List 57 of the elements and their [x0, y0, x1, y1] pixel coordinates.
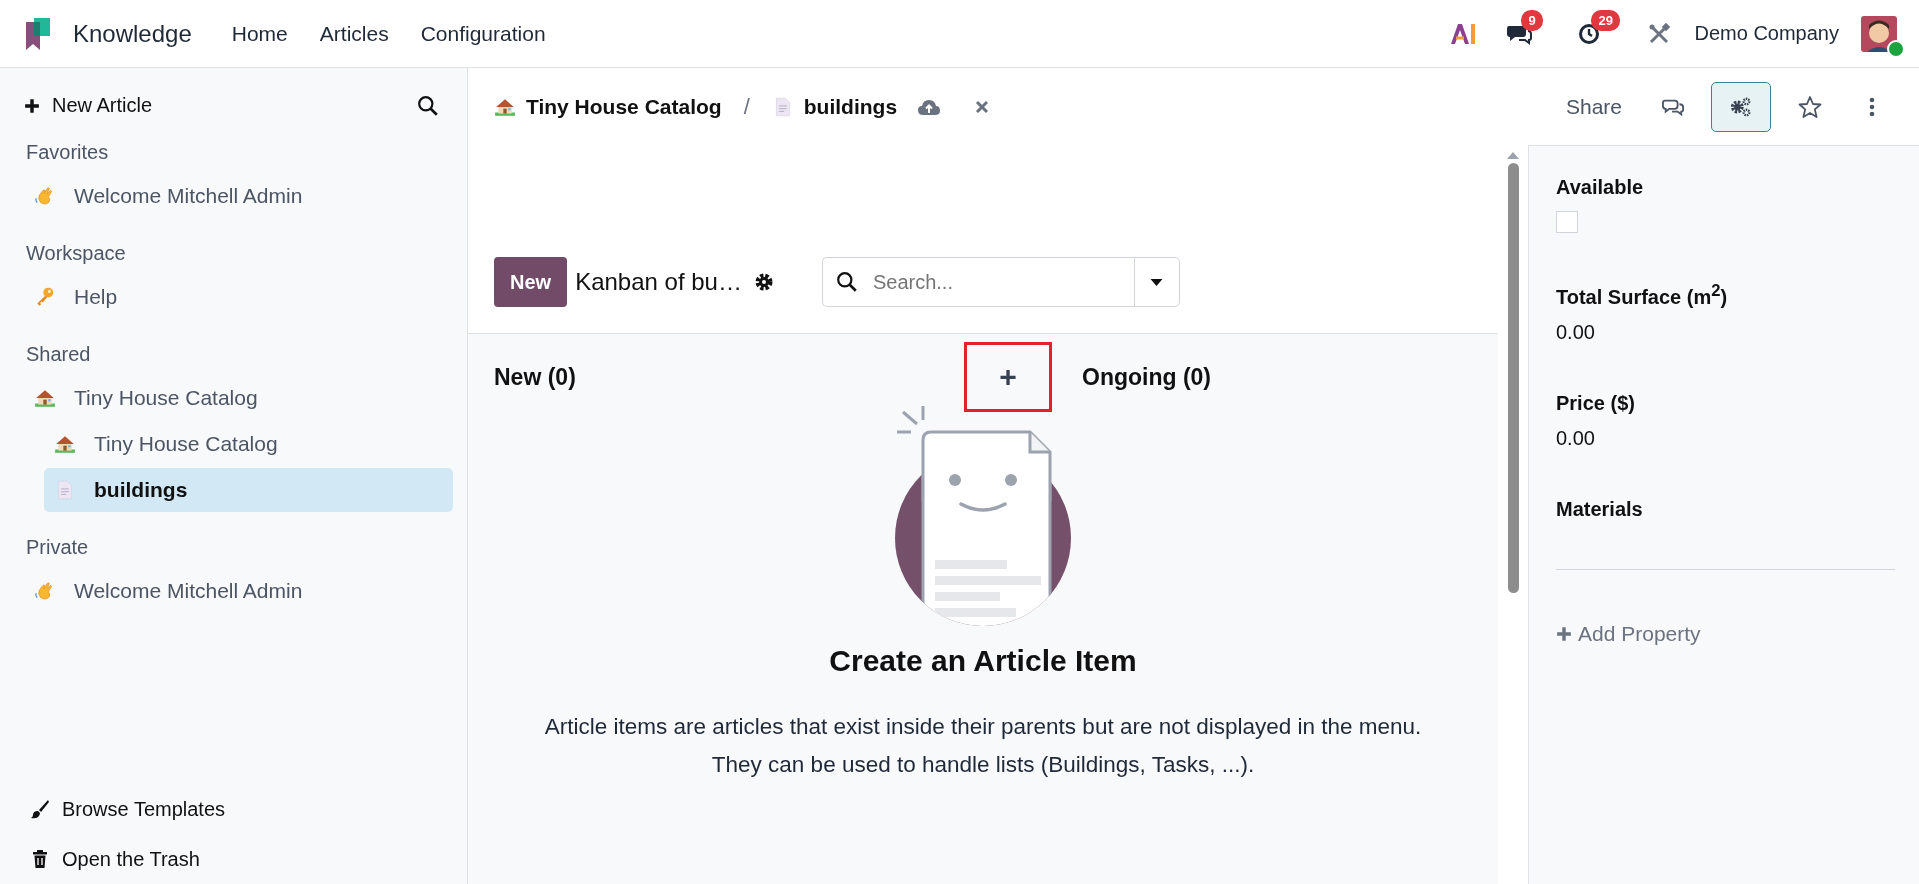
property-label: Materials — [1556, 497, 1643, 521]
new-article-button[interactable]: New Article — [24, 88, 153, 123]
trash-icon — [30, 849, 50, 869]
property-value[interactable]: 0.00 — [1556, 320, 1595, 344]
search-icon[interactable] — [417, 94, 439, 117]
sidebar-link[interactable]: Browse Templates — [24, 784, 453, 834]
menu-item[interactable]: Articles — [319, 21, 389, 46]
sidebar-item[interactable]: Welcome Mitchell Admin — [24, 569, 453, 613]
brush-icon — [30, 799, 50, 819]
new-button[interactable]: New — [494, 257, 568, 307]
add-property-button[interactable]: Add Property — [1556, 621, 1701, 646]
property-label: Total Surface (m$^{2}$) — [1556, 281, 1728, 309]
caret-icon — [1150, 278, 1164, 287]
settings-icon — [1729, 95, 1753, 118]
properties-button[interactable] — [1711, 81, 1771, 132]
section-heading: Shared — [25, 342, 92, 367]
activities-badge: 29 — [1591, 9, 1620, 31]
plus-icon — [24, 97, 40, 114]
sidebar-item[interactable]: Welcome Mitchell Admin — [24, 174, 453, 218]
app-name[interactable]: Knowledge — [73, 19, 192, 48]
sidebar-item[interactable]: Tiny House Catalog — [24, 376, 453, 420]
user-avatar[interactable] — [1861, 15, 1897, 52]
property-value[interactable]: 0.00 — [1556, 426, 1595, 450]
search-icon — [835, 271, 858, 293]
property-checkbox[interactable] — [1556, 211, 1578, 233]
gear-icon[interactable] — [753, 272, 774, 292]
property-label: Available — [1556, 176, 1644, 199]
company-switcher[interactable]: Demo Company — [1694, 22, 1839, 45]
breadcrumb-separator: / — [743, 93, 750, 120]
menu-item[interactable]: Configuration — [420, 21, 546, 46]
star-icon — [1798, 94, 1822, 119]
empty-state-text: Article items are articles that exist inside their parents but are not displayed in the menu. They can be used to handle lists (Buildings, Tasks, ...). — [543, 713, 1423, 779]
sidebar-item[interactable]: buildings — [44, 468, 453, 512]
share-button[interactable]: Share — [1552, 81, 1635, 132]
breadcrumb-item[interactable]: Tiny House Catalog — [494, 94, 722, 119]
search-field[interactable]: Search... — [821, 257, 1134, 307]
column-title: New (0) — [494, 363, 576, 391]
menu-item[interactable]: Home — [231, 21, 288, 46]
scrollbar-thumb[interactable] — [1507, 163, 1519, 593]
close-icon[interactable] — [975, 99, 990, 114]
plus-icon — [1556, 625, 1572, 642]
section-heading: Favorites — [25, 140, 110, 165]
sidebar-item[interactable]: Tiny House Catalog — [44, 422, 453, 466]
property-label: Price ($) — [1556, 391, 1635, 415]
view-title: Kanban of bu… — [575, 268, 742, 296]
empty-state-title: Create an Article Item — [829, 644, 1137, 678]
section-heading: Private — [25, 535, 90, 560]
key-icon — [34, 286, 56, 308]
sidebar-item[interactable]: Help — [24, 275, 453, 319]
messages-badge: 9 — [1521, 9, 1543, 31]
section-heading: Workspace — [25, 241, 127, 266]
quick-add-button[interactable]: + — [964, 342, 1052, 412]
ai-icon[interactable] — [1450, 22, 1477, 45]
more-icon — [1869, 96, 1875, 117]
sidebar-link[interactable]: Open the Trash — [24, 834, 453, 884]
column-title: Ongoing (0) — [1082, 363, 1212, 391]
breadcrumb-item[interactable]: buildings — [771, 94, 898, 119]
